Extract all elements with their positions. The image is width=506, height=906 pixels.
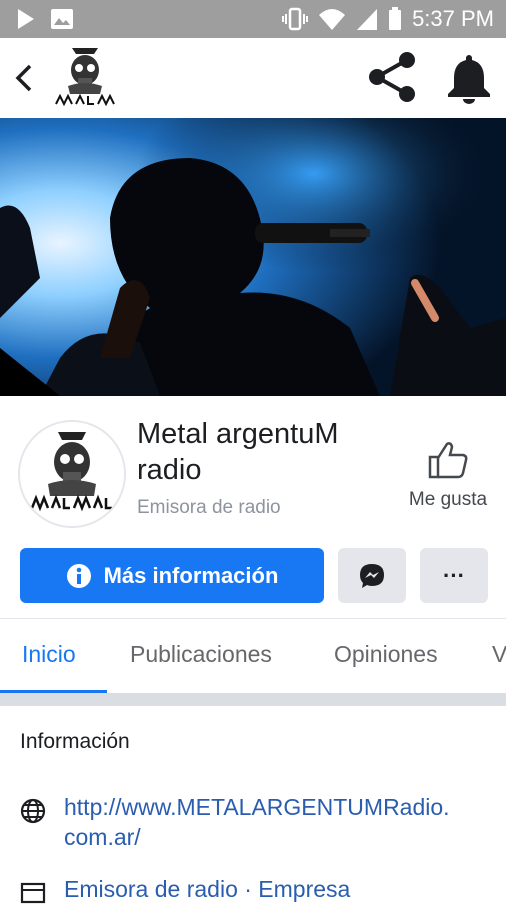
category-row bbox=[20, 874, 46, 906]
profile-picture[interactable] bbox=[18, 420, 126, 528]
thumbs-up-icon bbox=[428, 442, 468, 479]
tab-publicaciones[interactable]: Publicaciones bbox=[130, 641, 272, 668]
like-button[interactable]: Me gusta bbox=[400, 440, 496, 511]
play-icon bbox=[18, 9, 34, 29]
category-flag-icon bbox=[20, 882, 46, 904]
website-link-line2: com.ar/ bbox=[64, 824, 141, 850]
messenger-icon bbox=[360, 563, 384, 588]
signal-icon bbox=[357, 9, 378, 30]
more-info-label: Más información bbox=[103, 562, 279, 588]
info-section-title: Información bbox=[20, 730, 130, 753]
website-row bbox=[20, 792, 46, 824]
info-icon bbox=[66, 563, 91, 588]
image-icon bbox=[51, 9, 73, 29]
share-icon[interactable] bbox=[366, 50, 420, 104]
page-logo-small bbox=[48, 42, 122, 114]
like-label: Me gusta bbox=[408, 489, 488, 510]
website-link[interactable]: http://www.METALARGENTUMRadio. com.ar/ bbox=[64, 792, 494, 852]
tab-inicio[interactable]: Inicio bbox=[22, 641, 76, 668]
battery-icon bbox=[389, 7, 402, 30]
section-divider bbox=[0, 693, 506, 706]
back-arrow-icon[interactable] bbox=[10, 60, 38, 96]
messenger-button[interactable] bbox=[338, 548, 406, 603]
page-category: Emisora de radio bbox=[137, 497, 281, 518]
more-info-button[interactable]: Más información bbox=[20, 548, 324, 603]
page-logo bbox=[20, 422, 124, 526]
notification-bell-icon[interactable] bbox=[444, 52, 494, 104]
cover-photo[interactable] bbox=[0, 118, 506, 396]
page-name: Metal argentuM radio bbox=[137, 418, 339, 486]
globe-icon bbox=[20, 798, 46, 824]
more-options-button[interactable]: ··· bbox=[420, 548, 488, 603]
tab-opiniones[interactable]: Opiniones bbox=[334, 641, 438, 668]
tab-more[interactable]: V bbox=[492, 641, 506, 668]
wifi-icon bbox=[319, 9, 346, 30]
website-link-line1: http://www.METALARGENTUMRadio. bbox=[64, 794, 450, 820]
app-bar bbox=[0, 38, 506, 118]
concert-cover-image bbox=[0, 118, 506, 396]
more-dots-label: ··· bbox=[443, 562, 465, 588]
status-bar: 5:37 PM bbox=[0, 0, 506, 38]
tab-bar: Inicio Publicaciones Opiniones V bbox=[0, 618, 506, 693]
vibrate-icon bbox=[282, 7, 309, 31]
status-time: 5:37 PM bbox=[412, 6, 494, 31]
